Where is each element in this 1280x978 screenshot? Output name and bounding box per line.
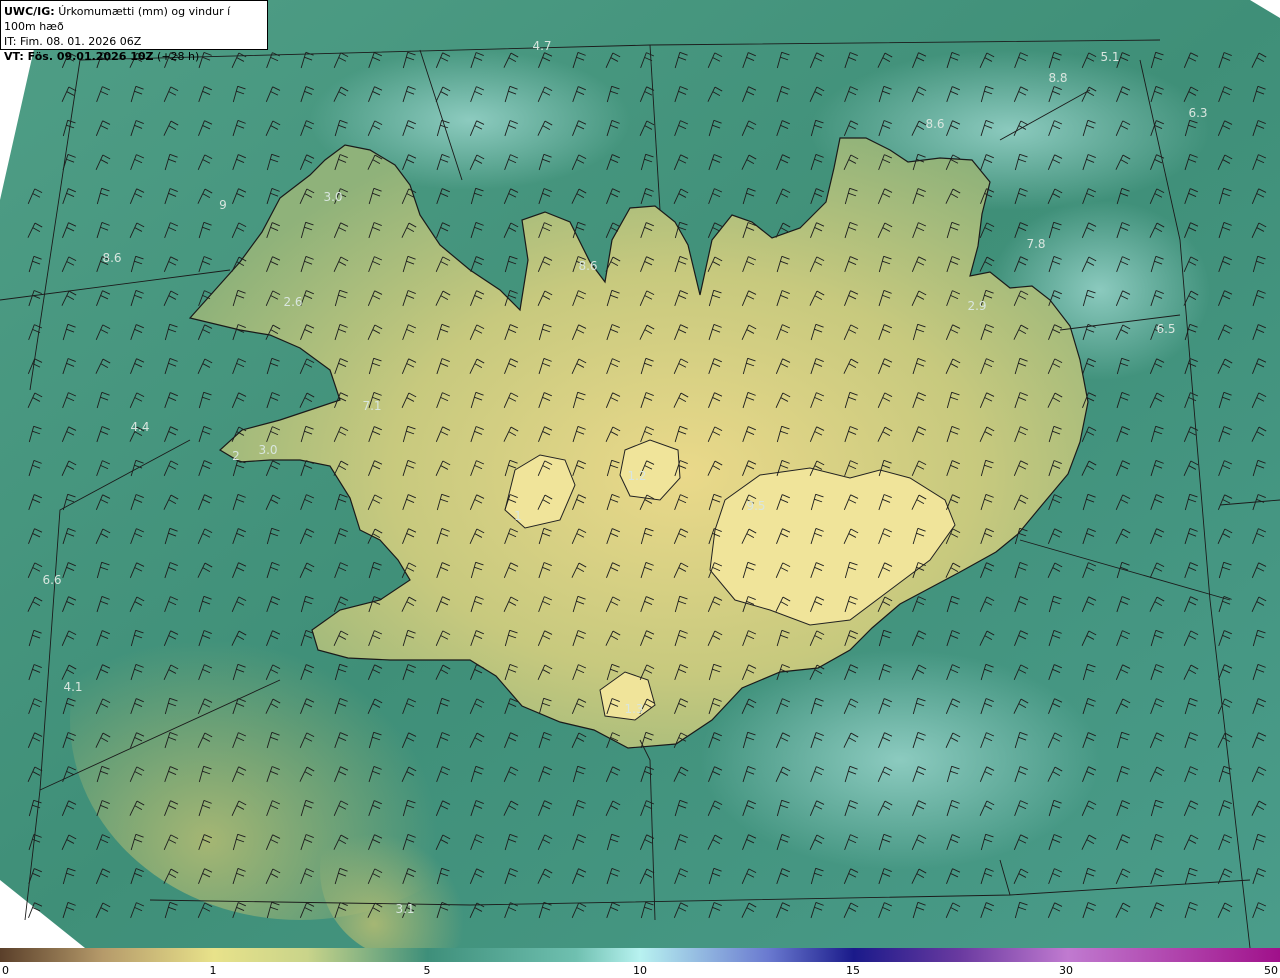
valid-time-line: VT: Fös. 09.01.2026 10Z (+28 h) <box>4 49 264 64</box>
precip-value-label: 8.6 <box>925 117 944 131</box>
precipitation-wind-map: 4.7 5.1 8.8 8.6 6.3 3.0 9 8.6 2.6 8.6 7.8 2.9 6.5 7.1… <box>0 0 1280 948</box>
title-line: UWC/IG: Úrkomumætti (mm) og vindur í 100… <box>4 4 264 34</box>
precip-value-label: 3.0 <box>323 190 342 204</box>
light-precip-area-southeast <box>700 650 1100 870</box>
colorbar-tick: 30 <box>1059 964 1073 977</box>
precip-value-label: 4.4 <box>130 420 149 434</box>
colorbar-tick: 10 <box>633 964 647 977</box>
colorbar-tick: 15 <box>846 964 860 977</box>
colorbar-tick: 50 <box>1264 964 1278 977</box>
precip-value-label: 8.8 <box>1048 71 1067 85</box>
precip-value-label: 5.1 <box>1100 50 1119 64</box>
precip-value-label: 3.0 <box>258 443 277 457</box>
precip-value-label: 1.3 <box>624 702 643 716</box>
precip-value-label: 2.6 <box>283 295 302 309</box>
precip-value-label: 9.5 <box>746 499 765 513</box>
model-label: UWC/IG: <box>4 5 55 18</box>
precip-value-label: 4.1 <box>63 680 82 694</box>
init-time: IT: Fim. 08. 01. 2026 06Z <box>4 35 142 48</box>
map-header: UWC/IG: Úrkomumætti (mm) og vindur í 100… <box>0 0 268 63</box>
precip-value-label: 7.1 <box>362 399 381 413</box>
precip-value-label: 9 <box>219 198 227 212</box>
colorbar-strip <box>0 948 1280 962</box>
precip-value-label: 6.6 <box>42 573 61 587</box>
precip-value-label: 4.7 <box>532 39 551 53</box>
precip-value-label: 7.8 <box>1026 237 1045 251</box>
colorbar: 0 1 5 10 15 30 50 <box>0 948 1280 978</box>
lead-time: (+28 h) <box>157 50 200 63</box>
precip-value-label: 6.3 <box>1188 106 1207 120</box>
precip-value-label: 1 <box>514 509 522 523</box>
precip-value-label: 2.9 <box>967 299 986 313</box>
valid-time: VT: Fös. 09.01.2026 10Z <box>4 50 154 63</box>
precip-value-label: 2 <box>232 449 240 463</box>
precip-value-label: 8.6 <box>102 251 121 265</box>
precip-value-label: 3.1 <box>395 902 414 916</box>
precip-value-label: 1.2 <box>627 469 646 483</box>
colorbar-tick: 0 <box>2 964 9 977</box>
colorbar-tick: 5 <box>423 964 431 977</box>
precip-value-label: 6.5 <box>1156 322 1175 336</box>
precip-value-label: 8.6 <box>578 259 597 273</box>
colorbar-tick: 1 <box>209 964 217 977</box>
